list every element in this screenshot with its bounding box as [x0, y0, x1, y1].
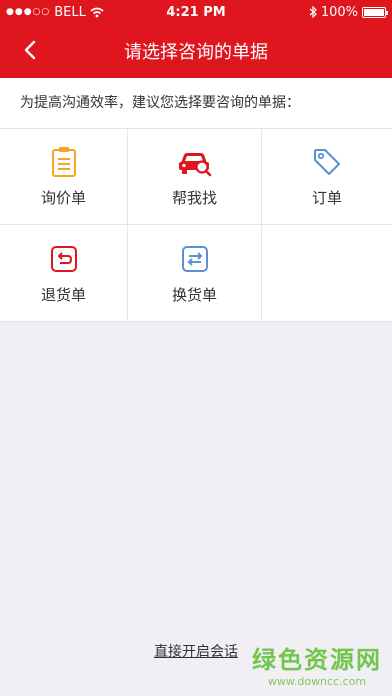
option-return[interactable]: 退货单: [0, 225, 128, 321]
header: ●●●○○ BELL 4:21 PM 100% 请选择咨询的单据: [0, 0, 392, 78]
status-time: 4:21 PM: [166, 4, 226, 20]
option-label: 换货单: [171, 285, 217, 304]
hint-text: 为提高沟通效率，建议您选择要咨询的单据：: [0, 78, 392, 129]
option-label: 询价单: [40, 189, 86, 207]
car-search-icon: [178, 145, 212, 179]
clipboard-icon: [47, 145, 81, 179]
return-icon: [47, 242, 81, 276]
option-label: 帮我找: [171, 189, 217, 207]
battery-fill: [364, 8, 384, 16]
empty-cell: [262, 225, 392, 321]
option-find-for-me[interactable]: 帮我找: [128, 129, 262, 225]
chevron-left-icon: [24, 40, 36, 60]
back-button[interactable]: [14, 34, 46, 66]
watermark-url: www.downcc.com: [267, 675, 367, 688]
exchange-icon: [178, 242, 212, 276]
option-grid: 询价单 帮我找 订单 退货单 换货单: [0, 129, 392, 322]
navbar: 请选择咨询的单据: [0, 24, 392, 78]
option-order[interactable]: 订单: [262, 129, 392, 225]
option-inquiry[interactable]: 询价单: [0, 129, 128, 225]
status-bar: ●●●○○ BELL 4:21 PM 100%: [0, 0, 392, 24]
page-title: 请选择咨询的单据: [124, 42, 268, 63]
battery-icon: [362, 6, 388, 18]
tag-icon: [310, 145, 344, 179]
option-exchange[interactable]: 换货单: [128, 225, 262, 321]
watermark: 绿色资源网 www.downcc.com: [252, 640, 382, 688]
option-label: 退货单: [40, 285, 86, 304]
watermark-text: 绿色资源网: [252, 646, 382, 674]
start-chat-link[interactable]: 直接开启会话: [154, 644, 238, 660]
option-label: 订单: [311, 189, 342, 207]
